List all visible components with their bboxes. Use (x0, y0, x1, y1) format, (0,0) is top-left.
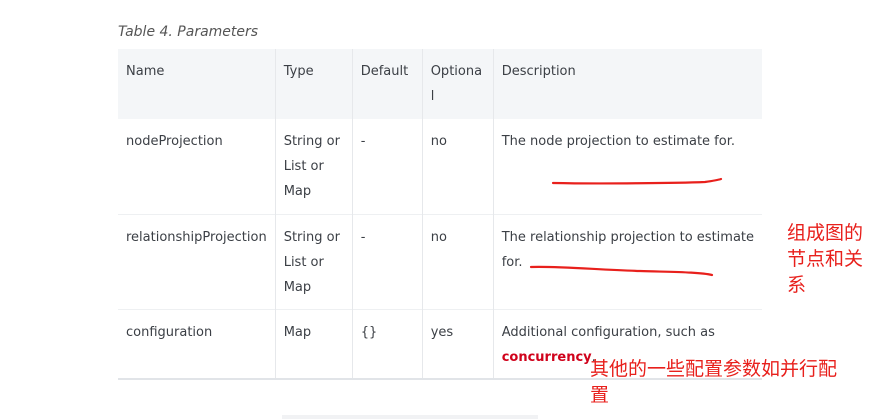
table-row: nodeProjection String or List or Map - no … (118, 119, 762, 215)
param-description: The node projection to estimate for. (501, 134, 735, 149)
param-description: The relationship projection to estimate f… (493, 215, 762, 310)
type-line: String or (283, 134, 340, 149)
header-description: Description (493, 49, 762, 119)
annotation-note-config-params: 其他的一些配置参数如并行配置 (590, 356, 880, 408)
param-optional: no (422, 119, 494, 215)
param-default: - (352, 119, 423, 215)
param-type: Map (275, 309, 353, 379)
annotation-line: 其他的一些配置参数如并行配 (590, 358, 838, 380)
param-optional: yes (422, 309, 494, 379)
description-line: The relationship projection to estimate (501, 230, 755, 245)
table-row: relationshipProjection String or List or M… (118, 214, 762, 310)
header-default: Default (352, 49, 423, 119)
type-line: List or (283, 255, 324, 270)
type-line: Map (283, 184, 312, 199)
header-optional: Optiona l (422, 49, 494, 119)
param-optional: no (422, 214, 494, 310)
annotation-line: 置 (590, 384, 610, 406)
horizontal-scrollbar[interactable] (282, 415, 538, 419)
annotation-line: 节点和关 (787, 248, 864, 270)
parameters-table: Name Type Default Optiona l Description n… (118, 49, 762, 380)
header-type: Type (275, 49, 353, 119)
type-line: Map (283, 280, 312, 295)
param-type: String or List or Map (275, 214, 353, 310)
annotation-line: 系 (787, 274, 807, 296)
description-text: Additional configuration, such as (501, 325, 715, 340)
param-name: configuration (118, 309, 276, 379)
header-optional-line1: Optiona (430, 64, 483, 79)
table-caption: Table 4. Parameters (118, 24, 259, 40)
type-line: List or (283, 159, 324, 174)
param-default: {} (352, 309, 423, 379)
inline-code-concurrency: concurrency (501, 350, 592, 365)
header-optional-line2: l (430, 89, 435, 104)
header-name: Name (118, 49, 276, 119)
annotation-note-graph-elements: 组成图的 节点和关系 (787, 220, 877, 298)
param-default: - (352, 214, 423, 310)
annotation-line: 组成图的 (787, 222, 864, 244)
param-type: String or List or Map (275, 119, 353, 215)
description-line: for. (501, 255, 523, 270)
param-name: relationshipProjection (118, 214, 276, 310)
param-name: nodeProjection (118, 119, 276, 215)
type-line: String or (283, 230, 340, 245)
table-header-row: Name Type Default Optiona l Description (118, 49, 762, 119)
